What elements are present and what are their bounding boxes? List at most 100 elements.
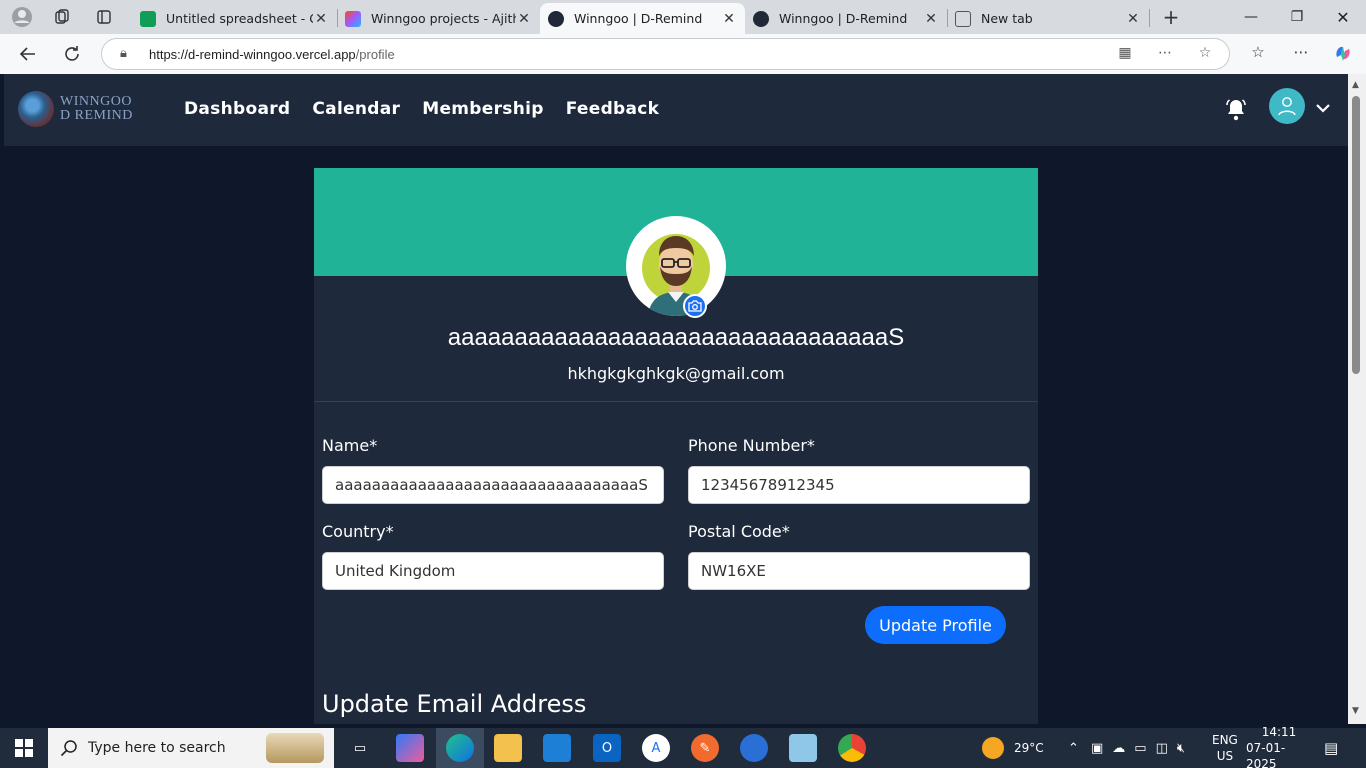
microsoft-store-icon[interactable] [543, 734, 571, 762]
tab-actions-icon[interactable] [91, 5, 117, 29]
file-explorer-icon[interactable] [494, 734, 522, 762]
close-window-icon[interactable]: ✕ [1320, 0, 1366, 34]
user-avatar[interactable] [1269, 88, 1305, 124]
profile-icon[interactable] [9, 5, 35, 29]
name-input[interactable] [322, 466, 664, 504]
lock-icon[interactable]: 🔒︎ [120, 46, 127, 61]
refresh-icon[interactable] [59, 42, 85, 66]
windows-taskbar: Type here to search ▭ O A ✎ 29°C ⌃ ▣ ☁ ▭… [0, 725, 1366, 768]
pen-app-icon[interactable]: ✎ [691, 734, 719, 762]
close-tab-icon[interactable]: ✕ [516, 11, 532, 27]
network-icon[interactable]: ◫ [1156, 741, 1168, 756]
thunderbird-icon[interactable] [740, 734, 768, 762]
main-nav: Dashboard Calendar Membership Feedback [184, 99, 659, 119]
nav-dashboard[interactable]: Dashboard [184, 99, 290, 119]
country-input[interactable] [322, 552, 664, 590]
notes-app-icon[interactable] [789, 734, 817, 762]
clock-date: 07-01-2025 [1246, 741, 1286, 768]
workspaces-icon[interactable] [49, 5, 75, 29]
language-indicator[interactable]: ENG US [1212, 728, 1238, 768]
url-host: https://d-remind-winngoo.vercel.app [149, 47, 356, 62]
url-path: /profile [355, 47, 395, 62]
minimize-icon[interactable]: — [1228, 0, 1274, 34]
search-highlight-image [266, 733, 324, 763]
new-tab-icon [955, 10, 971, 27]
react-icon [548, 10, 564, 27]
more-menu-icon[interactable]: ⋯ [1289, 43, 1313, 67]
globe-logo-icon [18, 91, 54, 127]
search-placeholder: Type here to search [88, 740, 226, 756]
task-view-icon[interactable]: ▭ [346, 734, 374, 762]
show-hidden-icons-icon[interactable]: ⌃ [1068, 728, 1079, 768]
app-navbar: WINNGOO D REMIND Dashboard Calendar Memb… [4, 74, 1348, 146]
meet-icon[interactable]: ▣ [1091, 741, 1103, 756]
profile-picture[interactable] [626, 216, 726, 316]
lang-primary: ENG [1212, 733, 1238, 747]
tab-d-remind[interactable]: Winngoo | D-Remind ✕ [745, 3, 947, 34]
close-tab-icon[interactable]: ✕ [721, 11, 737, 27]
search-icon [60, 740, 77, 757]
country-label: Country* [322, 522, 394, 541]
update-profile-button[interactable]: Update Profile [865, 606, 1006, 644]
system-tray-icons: ▣ ☁ ▭ ◫ 🔇︎ [1091, 728, 1185, 768]
weather-sun-icon [982, 737, 1004, 759]
weather-widget[interactable]: 29°C [982, 728, 1044, 768]
url-field[interactable]: 🔒︎ https://d-remind-winngoo.vercel.app/p… [101, 38, 1230, 70]
cloud-icon[interactable]: ☁ [1112, 741, 1125, 756]
volume-muted-icon[interactable]: 🔇︎ [1177, 741, 1185, 756]
logo-line-1: WINNGOO [60, 94, 132, 109]
app-a-icon[interactable]: A [642, 734, 670, 762]
windows-start-icon[interactable] [0, 728, 48, 768]
display-icon[interactable]: ▭ [1134, 741, 1146, 756]
tab-spreadsheet[interactable]: Untitled spreadsheet - Goo ✕ [132, 3, 337, 34]
chevron-down-icon[interactable] [1315, 100, 1331, 116]
tab-separator [1149, 9, 1150, 27]
change-photo-camera-icon[interactable] [683, 294, 707, 318]
clock[interactable]: 14:11 07-01-2025 [1246, 725, 1312, 768]
postal-code-input[interactable] [688, 552, 1030, 590]
edge-browser-icon[interactable] [446, 734, 474, 762]
app-available-icon[interactable]: ▦ [1115, 45, 1135, 65]
update-email-heading: Update Email Address [322, 690, 587, 718]
nav-membership[interactable]: Membership [422, 99, 543, 119]
user-icon [1278, 97, 1296, 116]
browser-address-bar: 🔒︎ https://d-remind-winngoo.vercel.app/p… [0, 34, 1366, 74]
weather-temp: 29°C [1014, 741, 1044, 755]
react-icon [753, 10, 769, 27]
chrome-icon[interactable] [838, 734, 866, 762]
scrollbar-thumb[interactable] [1352, 96, 1360, 374]
new-tab-plus-icon[interactable]: + [1158, 5, 1184, 29]
close-tab-icon[interactable]: ✕ [923, 11, 939, 27]
brand-logo[interactable]: WINNGOO D REMIND [18, 91, 133, 127]
copilot-icon[interactable] [1331, 43, 1355, 67]
sheets-icon [140, 10, 156, 27]
copilot-app-icon[interactable] [396, 734, 424, 762]
postal-code-label: Postal Code* [688, 522, 790, 541]
name-label: Name* [322, 436, 378, 455]
close-tab-icon[interactable]: ✕ [1125, 11, 1141, 27]
page-viewport: WINNGOO D REMIND Dashboard Calendar Memb… [4, 74, 1348, 724]
tab-new-tab[interactable]: New tab ✕ [947, 3, 1149, 34]
taskbar-search-box[interactable]: Type here to search [48, 728, 334, 768]
page-scrollbar[interactable]: ▲ ▼ [1348, 74, 1366, 724]
nav-feedback[interactable]: Feedback [566, 99, 660, 119]
notifications-icon[interactable]: ▤ [1324, 728, 1338, 768]
tab-d-remind-active[interactable]: Winngoo | D-Remind ✕ [540, 3, 745, 34]
reader-icon[interactable]: ⋯ [1155, 45, 1175, 65]
restore-icon[interactable]: ❐ [1274, 0, 1320, 34]
lang-secondary: US [1216, 749, 1234, 763]
back-arrow-icon[interactable] [15, 42, 41, 66]
scroll-down-icon[interactable]: ▼ [1352, 706, 1359, 716]
tab-winngoo-projects[interactable]: Winngoo projects - Ajith D ✕ [337, 3, 540, 34]
card-divider [314, 401, 1038, 402]
nav-calendar[interactable]: Calendar [312, 99, 400, 119]
outlook-icon[interactable]: O [593, 734, 621, 762]
notification-bell-icon[interactable] [1224, 98, 1248, 122]
close-tab-icon[interactable]: ✕ [313, 11, 329, 27]
favorites-icon[interactable]: ☆ [1246, 43, 1270, 67]
profile-card: aaaaaaaaaaaaaaaaaaaaaaaaaaaaaaaaaS hkhgk… [314, 168, 1038, 724]
favorite-star-icon[interactable]: ☆ [1195, 45, 1215, 65]
phone-label: Phone Number* [688, 436, 815, 455]
phone-input[interactable] [688, 466, 1030, 504]
scroll-up-icon[interactable]: ▲ [1352, 80, 1359, 90]
